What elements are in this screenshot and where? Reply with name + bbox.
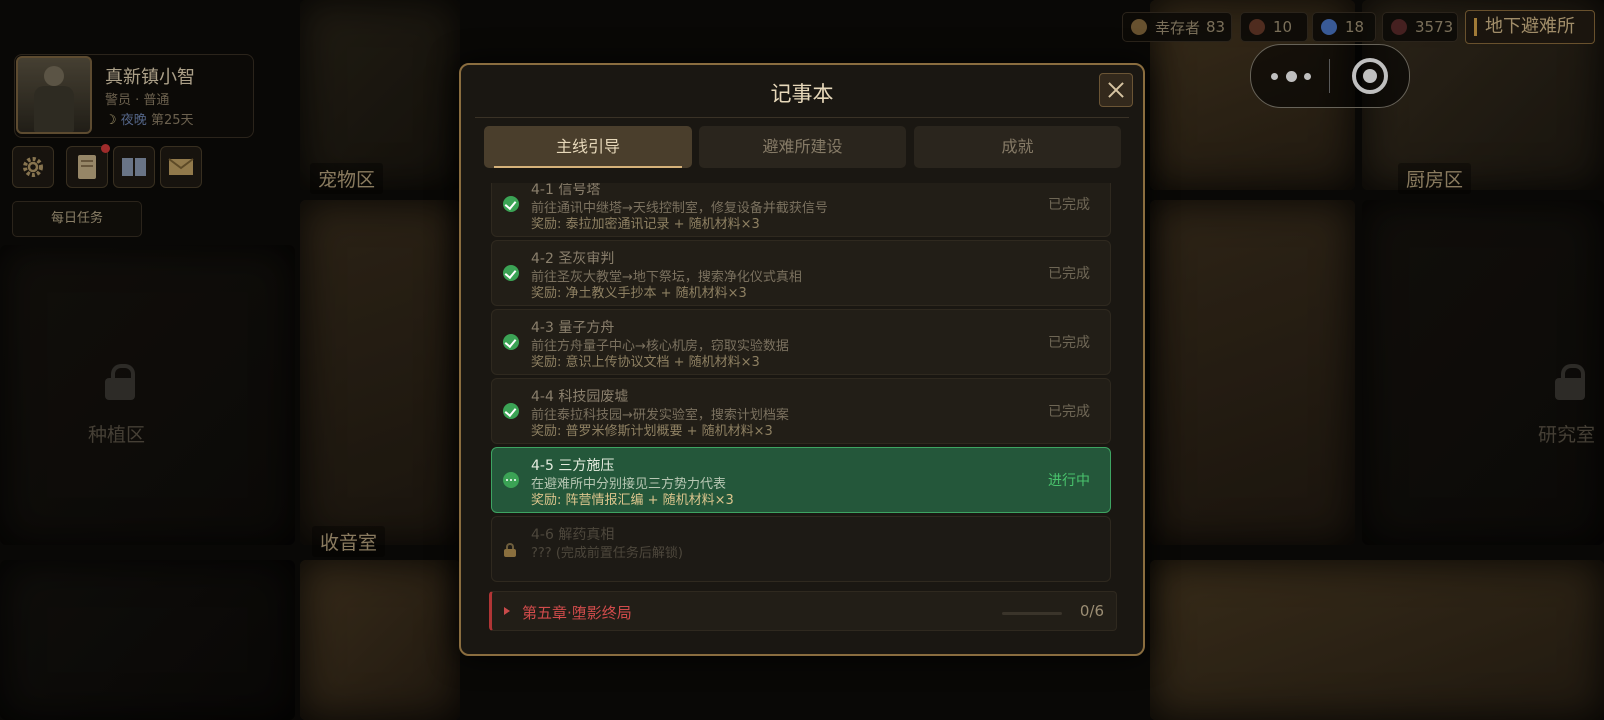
chapter-progress-bar [1002, 612, 1062, 615]
quest-item-4-1[interactable]: 4-1 信号塔 前往通讯中继塔→天线控制室，修复设备并截获信号 奖励: 泰拉加密… [491, 183, 1111, 237]
tab-shelter-build[interactable]: 避难所建设 [699, 126, 906, 168]
quest-title: 4-5 三方施压 [531, 458, 615, 474]
quest-item-4-2[interactable]: 4-2 圣灰审判 前往圣灰大教堂→地下祭坛，搜索净化仪式真相 奖励: 净土教义手… [491, 240, 1111, 306]
next-chapter-row[interactable]: 第五章·堕影终局 0/6 [489, 591, 1117, 631]
modal-title: 记事本 [770, 82, 834, 106]
quest-status: 已完成 [1048, 266, 1090, 282]
tab-achievements[interactable]: 成就 [914, 126, 1121, 168]
quest-reward: 奖励: 普罗米修斯计划概要 + 随机材料×3 [531, 424, 773, 439]
check-icon [503, 403, 519, 419]
chapter-name: 第五章·堕影终局 [522, 604, 632, 622]
tab-main-guide[interactable]: 主线引导 [484, 126, 692, 168]
notebook-modal: 记事本 主线引导 避难所建设 成就 4-1 信号塔 前往通讯中继塔→天线控制室，… [459, 63, 1145, 656]
quest-title: 4-6 解药真相 [531, 527, 615, 543]
quest-reward: 奖励: 净土教义手抄本 + 随机材料×3 [531, 286, 747, 301]
quest-reward: 奖励: 泰拉加密通讯记录 + 随机材料×3 [531, 217, 760, 232]
quest-status: 已完成 [1048, 197, 1090, 213]
quest-title: 4-3 量子方舟 [531, 320, 615, 336]
quest-reward: 奖励: 阵营情报汇编 + 随机材料×3 [531, 493, 734, 508]
quest-reward: 奖励: 意识上传协议文档 + 随机材料×3 [531, 355, 760, 370]
quest-status: 进行中 [1048, 473, 1090, 489]
close-icon[interactable] [1099, 73, 1133, 107]
quest-item-4-3[interactable]: 4-3 量子方舟 前往方舟量子中心→核心机房，窃取实验数据 奖励: 意识上传协议… [491, 309, 1111, 375]
check-icon [503, 196, 519, 212]
quest-item-4-4[interactable]: 4-4 科技园废墟 前往泰拉科技园→研发实验室，搜索计划档案 奖励: 普罗米修斯… [491, 378, 1111, 444]
check-icon [503, 334, 519, 350]
quest-desc: ??? (完成前置任务后解锁) [531, 546, 683, 561]
quest-status: 已完成 [1048, 335, 1090, 351]
quest-item-4-6[interactable]: 4-6 解药真相 ??? (完成前置任务后解锁) [491, 516, 1111, 582]
expand-arrow-icon [504, 607, 510, 615]
check-icon [503, 265, 519, 281]
lock-icon [504, 543, 516, 557]
quest-status: 已完成 [1048, 404, 1090, 420]
quest-item-4-5[interactable]: 4-5 三方施压 在避难所中分别接见三方势力代表 奖励: 阵营情报汇编 + 随机… [491, 447, 1111, 513]
quest-title: 4-2 圣灰审判 [531, 251, 615, 267]
quest-title: 4-4 科技园废墟 [531, 389, 629, 405]
title-divider [475, 117, 1129, 118]
chapter-progress-count: 0/6 [1079, 602, 1104, 620]
in-progress-icon [503, 472, 519, 488]
quest-list[interactable]: 4-1 信号塔 前往通讯中继塔→天线控制室，修复设备并截获信号 奖励: 泰拉加密… [491, 183, 1119, 643]
